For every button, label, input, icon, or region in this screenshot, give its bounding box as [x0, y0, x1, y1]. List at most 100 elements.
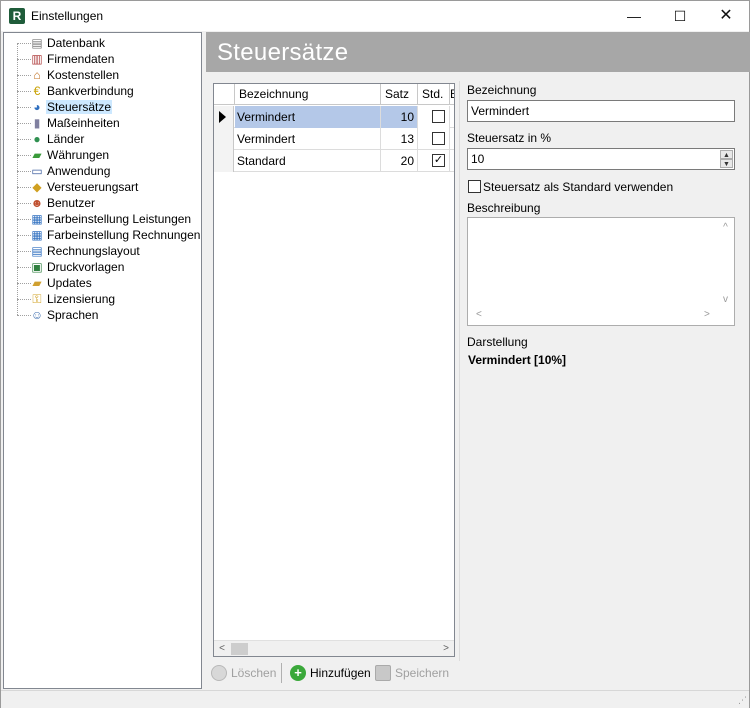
- tax-rates-grid[interactable]: Bezeichnung Satz Std. E Vermindert10Verm…: [213, 83, 455, 657]
- default-rate-checkbox-label[interactable]: Steuersatz als Standard verwenden: [483, 180, 673, 194]
- measure-icon: ▮: [33, 116, 41, 130]
- table-row[interactable]: Vermindert 10: [214, 106, 454, 128]
- print-template-icon: ▣: [31, 260, 43, 274]
- sidebar-item[interactable]: ▰ Währungen: [4, 147, 200, 163]
- sidebar-item[interactable]: ▥ Firmendaten: [4, 51, 200, 67]
- description-label: Beschreibung: [467, 201, 541, 215]
- maximize-button[interactable]: ☐: [657, 1, 703, 31]
- sidebar-item[interactable]: ⌂ Kostenstellen: [4, 67, 200, 83]
- name-label: Bezeichnung: [467, 83, 537, 97]
- row-header[interactable]: [214, 128, 234, 150]
- sidebar-item[interactable]: ▭ Anwendung: [4, 163, 200, 179]
- title-bar[interactable]: R Einstellungen — ☐ ✕: [1, 1, 749, 31]
- cell-satz[interactable]: 20: [381, 150, 418, 172]
- sidebar-item-label: Länder: [47, 132, 85, 146]
- scroll-left-arrow-icon[interactable]: <: [214, 641, 230, 657]
- column-header-bezeichnung[interactable]: Bezeichnung: [235, 84, 381, 105]
- sidebar-item[interactable]: ▤ Rechnungslayout: [4, 243, 200, 259]
- rate-label: Steuersatz in %: [467, 131, 552, 145]
- spin-up-icon[interactable]: ▲: [720, 150, 733, 159]
- sidebar-item[interactable]: ▦ Farbeinstellung Rechnungen: [4, 227, 200, 243]
- column-header-std[interactable]: Std.: [418, 84, 450, 105]
- sidebar-item[interactable]: ▦ Farbeinstellung Leistungen: [4, 211, 200, 227]
- memo-scroll-left-icon[interactable]: <: [476, 309, 482, 320]
- spin-down-icon[interactable]: ▼: [720, 159, 733, 168]
- color-grid-icon: ▦: [31, 212, 43, 226]
- update-folder-icon: ▰: [32, 276, 42, 290]
- save-disk-icon: [375, 665, 391, 681]
- sidebar-item[interactable]: ◕ Steuersätze: [4, 99, 200, 115]
- cell-satz[interactable]: 13: [381, 128, 418, 150]
- std-checkbox[interactable]: [432, 110, 445, 123]
- display-value: Vermindert [10%]: [468, 353, 567, 367]
- money-icon: ▰: [32, 148, 42, 162]
- rate-spinner[interactable]: 10 ▲ ▼: [467, 148, 735, 170]
- sidebar-item[interactable]: ▣ Druckvorlagen: [4, 259, 200, 275]
- name-field[interactable]: Vermindert: [467, 100, 735, 122]
- sidebar-item-label: Währungen: [47, 148, 110, 162]
- default-rate-checkbox[interactable]: [468, 180, 481, 193]
- sidebar-item[interactable]: ☻ Benutzer: [4, 195, 200, 211]
- cell-bezeichnung[interactable]: Standard: [235, 150, 381, 172]
- add-button-label: Hinzufügen: [310, 666, 371, 680]
- table-row[interactable]: Vermindert 13: [214, 128, 454, 150]
- row-header-corner: [214, 84, 235, 105]
- sidebar-item[interactable]: ⚿ Lizensierung: [4, 291, 200, 307]
- sidebar-item[interactable]: € Bankverbindung: [4, 83, 200, 99]
- column-header-satz[interactable]: Satz: [381, 84, 418, 105]
- description-vertical-scrollbar[interactable]: ^ v: [717, 218, 734, 308]
- memo-scroll-down-icon[interactable]: v: [717, 294, 734, 305]
- settings-window: R Einstellungen — ☐ ✕ ▤ Datenbank ▥ Firmend…: [0, 0, 750, 708]
- description-textarea[interactable]: ^ v < >: [467, 217, 735, 326]
- close-button[interactable]: ✕: [703, 1, 749, 31]
- sidebar-item-label: Druckvorlagen: [47, 260, 125, 274]
- row-header[interactable]: [214, 150, 234, 172]
- layout-icon: ▤: [31, 244, 43, 258]
- window-title: Einstellungen: [31, 9, 104, 23]
- sidebar-item[interactable]: ◆ Versteuerungsart: [4, 179, 200, 195]
- grid-header: Bezeichnung Satz Std. E: [214, 84, 454, 105]
- scroll-thumb[interactable]: [231, 643, 248, 655]
- memo-scroll-right-icon[interactable]: >: [704, 309, 710, 320]
- memo-scroll-up-icon[interactable]: ^: [717, 222, 734, 233]
- sidebar-item[interactable]: ▤ Datenbank: [4, 35, 200, 51]
- cell-std[interactable]: ✓: [418, 150, 450, 172]
- row-header[interactable]: [214, 106, 234, 128]
- minimize-button[interactable]: —: [611, 1, 657, 31]
- globe-icon: ●: [33, 132, 41, 146]
- std-checkbox[interactable]: ✓: [432, 154, 445, 167]
- current-row-arrow-icon: [219, 111, 226, 123]
- delete-button[interactable]: Löschen: [211, 664, 276, 682]
- app-logo-icon: R: [9, 8, 25, 24]
- sidebar-item-label: Steuersätze: [46, 100, 113, 114]
- sidebar-item[interactable]: ☺ Sprachen: [4, 307, 200, 323]
- table-row[interactable]: Standard 20 ✓: [214, 150, 454, 172]
- sidebar-item-label: Farbeinstellung Leistungen: [47, 212, 192, 226]
- cell-std[interactable]: [418, 106, 450, 128]
- settings-tree[interactable]: ▤ Datenbank ▥ Firmendaten ⌂ Kostenstellen € Ban…: [3, 32, 202, 689]
- sidebar-item[interactable]: ● Länder: [4, 131, 200, 147]
- sidebar-item[interactable]: ▮ Maßeinheiten: [4, 115, 200, 131]
- cell-bezeichnung[interactable]: Vermindert: [235, 128, 381, 150]
- save-button[interactable]: Speichern: [375, 664, 449, 682]
- cell-std[interactable]: [418, 128, 450, 150]
- sidebar-item[interactable]: ▰ Updates: [4, 275, 200, 291]
- toolbar-separator: [281, 663, 282, 683]
- page-title: Steuersätze: [217, 39, 349, 66]
- sidebar-item-label: Updates: [47, 276, 92, 290]
- add-icon: +: [290, 665, 306, 681]
- scroll-right-arrow-icon[interactable]: >: [438, 641, 454, 657]
- std-checkbox[interactable]: [432, 132, 445, 145]
- column-header-truncated[interactable]: E: [450, 84, 454, 105]
- key-icon: ⚿: [32, 292, 42, 306]
- rate-spin-buttons[interactable]: ▲ ▼: [720, 150, 733, 168]
- cell-satz[interactable]: 10: [381, 106, 418, 128]
- euro-icon: €: [33, 84, 41, 98]
- color-grid-icon: ▦: [31, 228, 43, 242]
- database-icon: ▤: [31, 36, 43, 50]
- cell-bezeichnung[interactable]: Vermindert: [235, 106, 381, 128]
- grid-horizontal-scrollbar[interactable]: < >: [214, 640, 454, 656]
- resize-grip-icon[interactable]: ⋰: [738, 695, 747, 706]
- user-icon: ☻: [30, 196, 44, 210]
- add-button[interactable]: + Hinzufügen: [290, 664, 371, 682]
